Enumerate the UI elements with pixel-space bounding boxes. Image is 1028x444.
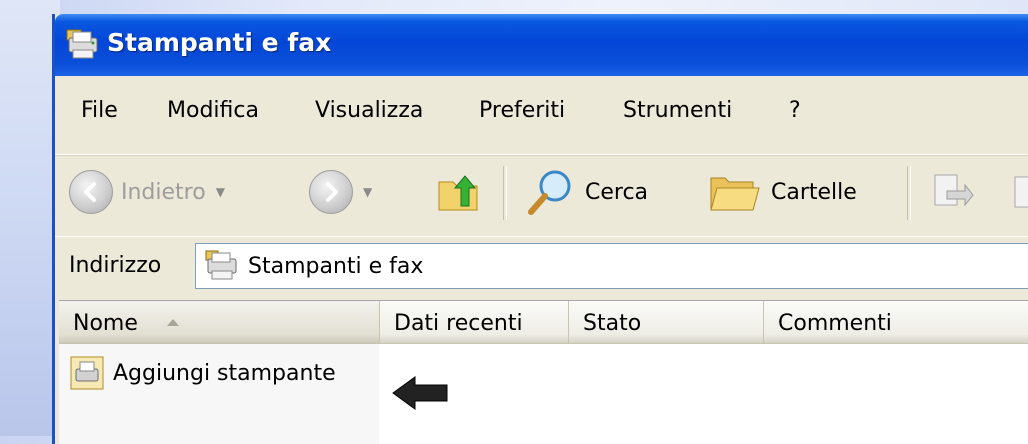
back-button[interactable]: Indietro ▼ (69, 166, 225, 218)
menu-preferiti[interactable]: Preferiti (479, 98, 565, 123)
address-field[interactable]: Stampanti e fax (195, 243, 1028, 289)
up-folder-button[interactable] (435, 166, 483, 218)
list-item[interactable]: Aggiungi stampante (69, 353, 336, 393)
forward-arrow-icon (309, 170, 353, 214)
move-to-button[interactable] (929, 166, 975, 218)
search-button[interactable]: Cerca (525, 166, 648, 218)
file-list: Nome Dati recenti Stato Commenti Aggiung… (59, 300, 1028, 444)
back-dropdown-icon[interactable]: ▼ (216, 185, 225, 199)
back-label: Indietro (121, 179, 206, 205)
menu-modifica[interactable]: Modifica (167, 98, 259, 123)
column-label: Stato (583, 311, 642, 336)
title-bar[interactable]: Stampanti e fax (55, 14, 1028, 76)
column-label: Nome (73, 311, 138, 336)
list-item-label: Aggiungi stampante (113, 360, 336, 386)
toolbar: Indietro ▼ ▼ Cerca Cartelle (55, 155, 1028, 236)
column-label: Commenti (778, 311, 892, 336)
black-arrow-left-icon (392, 376, 448, 410)
printers-fax-icon (66, 29, 98, 59)
address-label: Indirizzo (69, 253, 162, 278)
copy-to-icon (1014, 176, 1028, 208)
address-bar: Indirizzo Stampanti e fax (55, 236, 1028, 295)
menu-file[interactable]: File (81, 98, 118, 123)
up-folder-icon (438, 175, 478, 211)
menu-bar: File Modifica Visualizza Preferiti Strum… (55, 76, 1028, 155)
menu-help[interactable]: ? (789, 98, 801, 123)
folders-button[interactable]: Cartelle (707, 166, 857, 218)
search-label: Cerca (585, 179, 649, 205)
search-icon (528, 170, 571, 215)
forward-dropdown-icon[interactable]: ▼ (363, 185, 372, 199)
folders-icon (710, 177, 760, 211)
desktop-background (0, 0, 60, 436)
move-to-icon (934, 174, 974, 207)
column-header-stato[interactable]: Stato (569, 301, 764, 344)
column-label: Dati recenti (394, 311, 523, 336)
menu-strumenti[interactable]: Strumenti (623, 98, 732, 123)
address-value: Stampanti e fax (248, 254, 424, 279)
toolbar-separator (503, 166, 507, 220)
forward-button[interactable]: ▼ (309, 166, 372, 218)
back-arrow-icon (69, 170, 113, 214)
column-header-commenti[interactable]: Commenti (764, 301, 1028, 344)
toolbar-separator (907, 166, 911, 220)
sort-ascending-icon (167, 319, 179, 326)
copy-to-button[interactable] (1009, 166, 1028, 218)
column-header-dati-recenti[interactable]: Dati recenti (380, 301, 569, 344)
window-title: Stampanti e fax (107, 28, 332, 57)
printers-fax-icon (205, 250, 237, 280)
explorer-window: Stampanti e fax File Modifica Visualizza… (52, 14, 1028, 444)
menu-visualizza[interactable]: Visualizza (315, 98, 423, 123)
column-header-nome[interactable]: Nome (59, 301, 380, 344)
folders-label: Cartelle (771, 179, 857, 205)
add-printer-icon (70, 356, 104, 390)
